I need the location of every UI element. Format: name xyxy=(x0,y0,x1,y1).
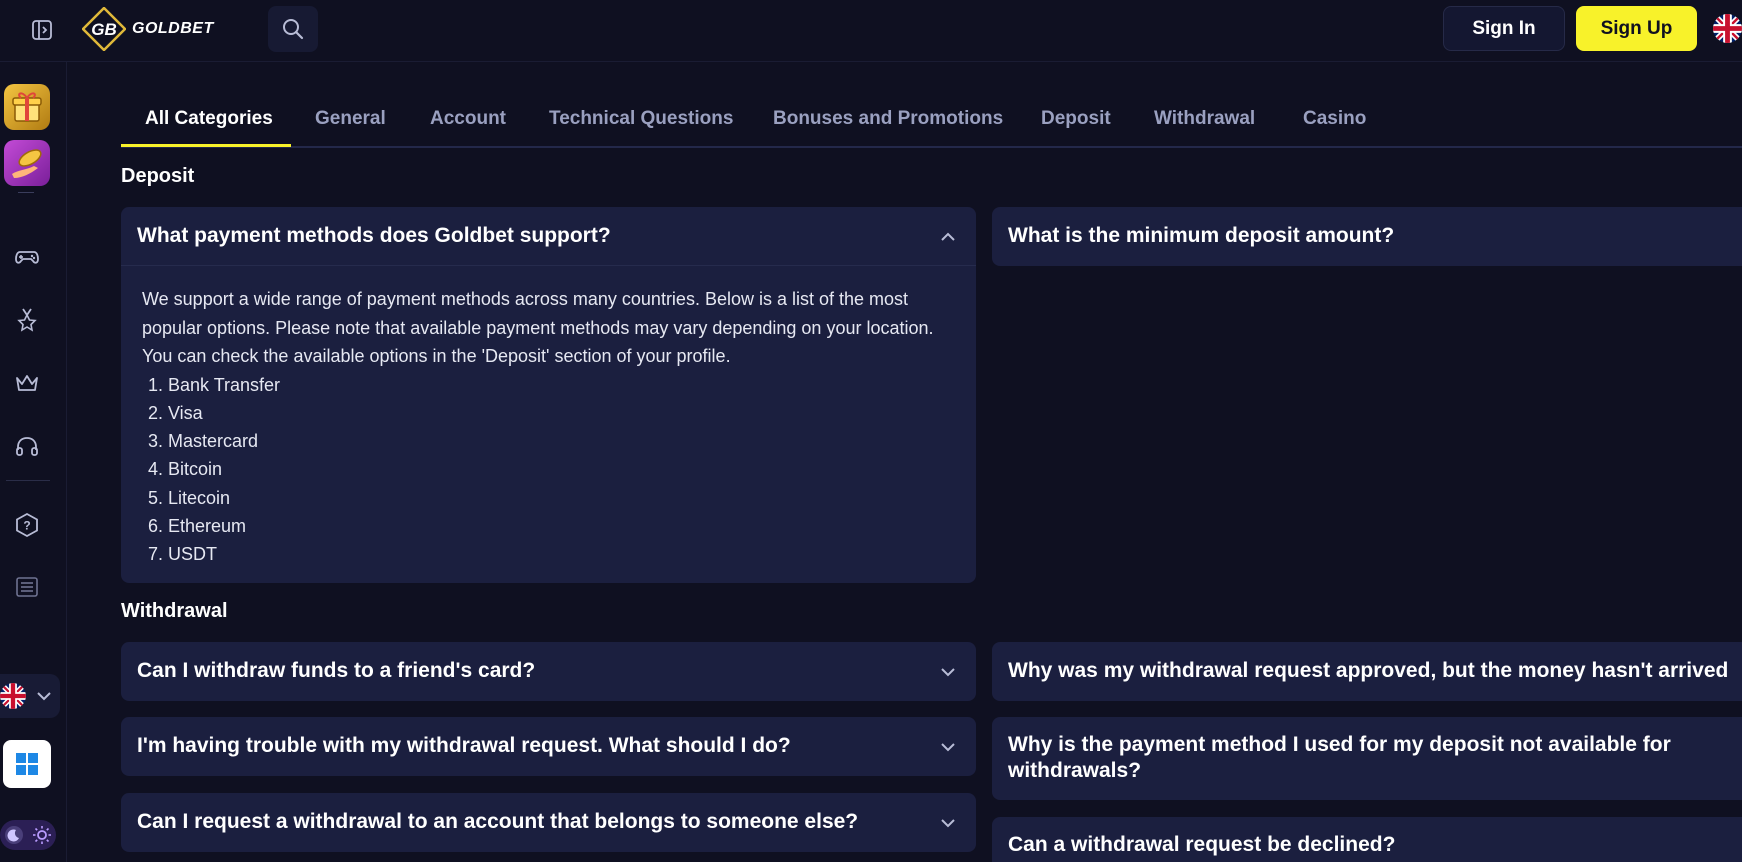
brand-name: GOLDBET xyxy=(132,20,214,37)
payment-methods-list: Bank Transfer Visa Mastercard Bitcoin Li… xyxy=(168,371,962,569)
windows-app-button[interactable] xyxy=(3,740,51,788)
tab-technical-questions[interactable]: Technical Questions xyxy=(549,108,733,130)
faq-item[interactable]: What is the minimum deposit amount? xyxy=(992,207,1742,266)
svg-text:?: ? xyxy=(23,519,30,533)
faq-answer: We support a wide range of payment metho… xyxy=(142,285,962,569)
list-item: Mastercard xyxy=(168,427,962,455)
chevron-down-icon[interactable] xyxy=(936,811,960,835)
list-item: Litecoin xyxy=(168,484,962,512)
language-flag-icon[interactable] xyxy=(1713,14,1742,43)
goldbet-logo-icon: GB xyxy=(82,7,126,51)
faq-item[interactable]: Why is the payment method I used for my … xyxy=(992,717,1742,800)
windows-icon xyxy=(16,753,38,775)
moon-icon xyxy=(5,826,23,844)
search-button[interactable] xyxy=(268,6,318,52)
faq-question[interactable]: Can I request a withdrawal to an account… xyxy=(137,809,858,835)
faq-question[interactable]: Can I withdraw funds to a friend's card? xyxy=(137,658,535,684)
faq-question[interactable]: What is the minimum deposit amount? xyxy=(1008,223,1394,249)
active-tab-indicator xyxy=(121,144,291,147)
sign-in-button[interactable]: Sign In xyxy=(1443,6,1565,51)
faq-item-expanded: What payment methods does Goldbet suppor… xyxy=(121,207,976,583)
tab-bonuses-and-promotions[interactable]: Bonuses and Promotions xyxy=(773,108,1003,130)
chevron-down-icon[interactable] xyxy=(936,660,960,684)
section-title-deposit: Deposit xyxy=(121,165,195,187)
top-header: GB GOLDBET Sign In Sign Up xyxy=(0,0,1742,62)
theme-toggle[interactable] xyxy=(0,820,56,850)
faq-item[interactable]: I'm having trouble with my withdrawal re… xyxy=(121,717,976,776)
medal-icon[interactable] xyxy=(8,300,46,338)
faq-question[interactable]: What payment methods does Goldbet suppor… xyxy=(137,223,611,249)
list-icon[interactable] xyxy=(8,568,46,606)
sign-up-button[interactable]: Sign Up xyxy=(1576,6,1697,51)
faq-item[interactable]: Can I withdraw funds to a friend's card? xyxy=(121,642,976,701)
crown-icon[interactable] xyxy=(8,364,46,402)
list-item: Bank Transfer xyxy=(168,371,962,399)
faq-item[interactable]: Can I request a withdrawal to an account… xyxy=(121,793,976,852)
gamepad-icon[interactable] xyxy=(8,238,46,276)
uk-flag-icon xyxy=(0,683,26,709)
chevron-down-icon[interactable] xyxy=(936,735,960,759)
tab-deposit[interactable]: Deposit xyxy=(1041,108,1111,130)
faq-answer-text: We support a wide range of payment metho… xyxy=(142,289,934,366)
list-item: USDT xyxy=(168,540,962,568)
faq-item[interactable]: Why was my withdrawal request approved, … xyxy=(992,642,1742,701)
tab-all-categories[interactable]: All Categories xyxy=(145,108,273,130)
tab-general[interactable]: General xyxy=(315,108,386,130)
list-item: Bitcoin xyxy=(168,455,962,483)
faq-question[interactable]: Why was my withdrawal request approved, … xyxy=(1008,658,1728,684)
tab-casino[interactable]: Casino xyxy=(1303,108,1366,130)
hand-coin-promo-icon[interactable] xyxy=(4,140,50,186)
tab-account[interactable]: Account xyxy=(430,108,506,130)
left-sidebar: ? xyxy=(0,62,67,862)
language-selector[interactable] xyxy=(0,674,60,718)
tab-withdrawal[interactable]: Withdrawal xyxy=(1154,108,1255,130)
sun-icon xyxy=(33,826,51,844)
faq-item[interactable]: Can a withdrawal request be declined? xyxy=(992,817,1742,862)
help-icon[interactable]: ? xyxy=(8,506,46,544)
uk-flag-icon xyxy=(1713,14,1742,43)
goldbet-logo[interactable]: GB GOLDBET xyxy=(82,6,214,52)
list-item: Visa xyxy=(168,399,962,427)
chevron-down-icon xyxy=(37,692,51,701)
section-title-withdrawal: Withdrawal xyxy=(121,600,228,622)
sidebar-toggle-icon[interactable] xyxy=(26,14,58,46)
faq-category-tabs: All Categories General Account Technical… xyxy=(121,94,1742,148)
faq-question[interactable]: Why is the payment method I used for my … xyxy=(1008,732,1708,784)
search-icon xyxy=(283,19,304,40)
chevron-up-icon[interactable] xyxy=(936,225,960,249)
faq-divider xyxy=(121,265,976,266)
list-item: Ethereum xyxy=(168,512,962,540)
faq-question[interactable]: Can a withdrawal request be declined? xyxy=(1008,832,1395,858)
faq-question[interactable]: I'm having trouble with my withdrawal re… xyxy=(137,733,791,759)
headset-icon[interactable] xyxy=(8,428,46,466)
gift-promo-icon[interactable] xyxy=(4,84,50,130)
svg-text:GB: GB xyxy=(91,20,117,39)
